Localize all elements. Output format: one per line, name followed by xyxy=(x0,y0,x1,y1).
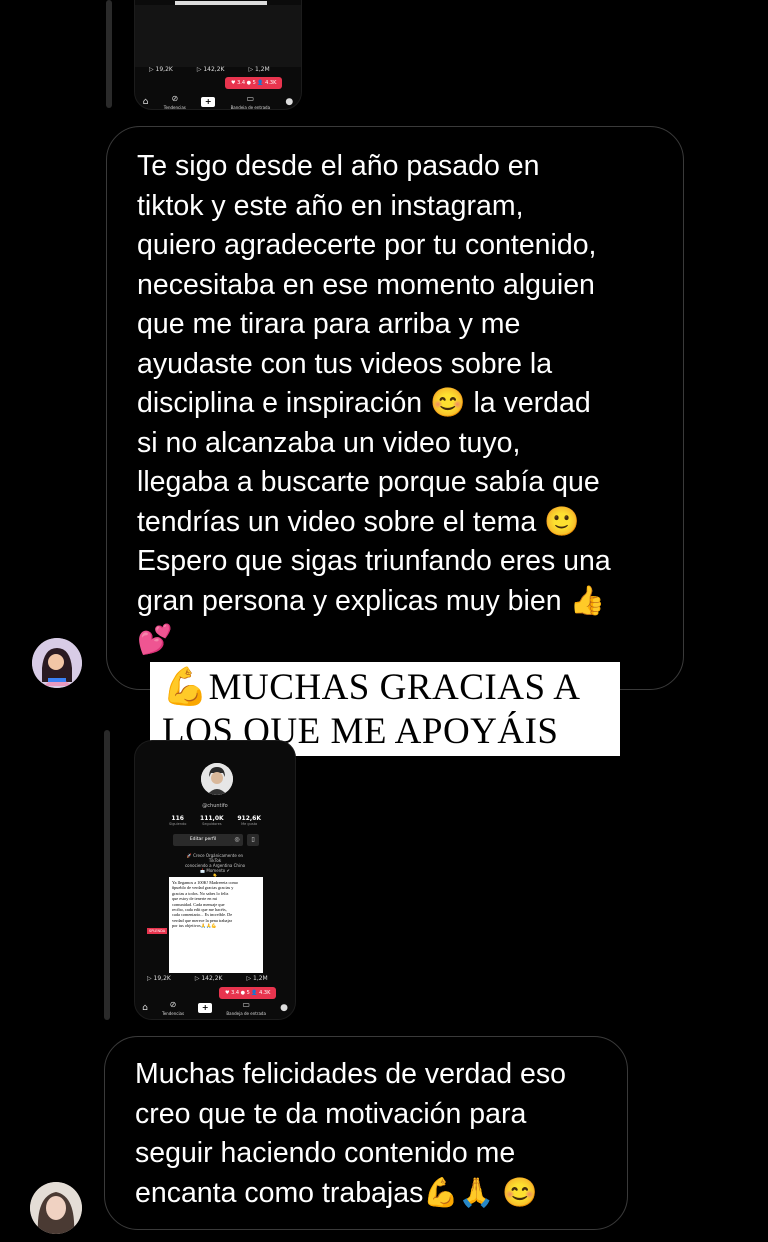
story-nav-bar-2: ⌂ ⊘ Tendencias + ▭ Bandeja de entrada ● xyxy=(135,996,295,1019)
profile-icon: ● xyxy=(285,97,294,107)
nav-label-tendencias: Tendencias xyxy=(163,105,186,110)
profile-stats: 116 Siguiendo 111,0K Seguidores 912,6K Me g… xyxy=(169,815,261,826)
sender-avatar-2[interactable] xyxy=(30,1182,82,1234)
nav-label-inbox: Bandeja de entrada xyxy=(226,1011,266,1016)
story-video-stats-2: 19,2K 142,2K 1,2M xyxy=(147,975,268,982)
message-text: Te sigo desde el año pasado en tiktok y … xyxy=(137,150,611,656)
stat-views-1: 19,2K xyxy=(149,66,173,73)
inbox-nav: ▭ Bandeja de entrada xyxy=(230,94,271,110)
inbox-nav: ▭ Bandeja de entrada xyxy=(226,1000,266,1016)
stat-views-1: 19,2K xyxy=(147,975,171,982)
inbox-icon: ▭ xyxy=(246,94,255,103)
compass-icon: ⊘ xyxy=(171,94,179,103)
bookmark-icon: ▯ xyxy=(247,834,259,846)
stat-views-3: 1,2M xyxy=(248,66,270,73)
stat-views-3: 1,2M xyxy=(246,975,268,982)
instagram-icon: ◎ xyxy=(231,834,243,846)
stat-value: 912,6K xyxy=(237,815,261,822)
nav-label-inbox: Bandeja de entrada xyxy=(230,105,271,110)
sender-avatar[interactable] xyxy=(32,638,82,688)
stat-views-2: 142,2K xyxy=(197,66,224,73)
nav-label-tendencias: Tendencias xyxy=(161,1011,185,1016)
reply-thread-line-2 xyxy=(104,730,110,1020)
tendencias-nav: ⊘ Tendencias xyxy=(162,1000,184,1016)
stat-likes: 912,6K Me gusta xyxy=(237,815,261,826)
stat-views-2: 142,2K xyxy=(195,975,222,982)
edit-profile-button: Editar perfil xyxy=(173,834,233,846)
caption-line-1: 💪MUCHAS GRACIAS A xyxy=(162,667,581,708)
story-grid xyxy=(135,5,301,67)
stat-label: Seguidores xyxy=(202,822,222,826)
story-tag: SPLENDA xyxy=(147,928,168,934)
compass-icon: ⊘ xyxy=(169,1000,177,1009)
avatar-illustration xyxy=(32,638,82,688)
profile-bio: 🚀 Crece Orgánicamente en TikTok conocien… xyxy=(184,853,246,878)
stat-label: Siguiendo xyxy=(169,822,187,826)
stat-value: 111,0K xyxy=(200,815,224,822)
message-bubble[interactable]: Te sigo desde el año pasado en tiktok y … xyxy=(106,126,684,690)
story-reply-thumbnail[interactable]: 19,2K 142,2K 1,2M ♥ 3.4 ● 5 👤 4.3K ⌂ ⊘Te… xyxy=(134,0,302,110)
story-video-stats: 19,2K 142,2K 1,2M xyxy=(149,66,270,73)
reply-thread-line xyxy=(106,0,112,108)
stat-value: 116 xyxy=(171,815,184,822)
plus-icon: + xyxy=(201,97,216,107)
inbox-icon: ▭ xyxy=(242,1000,250,1009)
home-icon: ⌂ xyxy=(142,1003,148,1013)
message-text: Muchas felicidades de verdad eso creo qu… xyxy=(135,1058,566,1209)
story-nav-bar: ⌂ ⊘ Tendencias + ▭ Bandeja de entrada ● xyxy=(135,87,301,110)
story-note: Ya llegamos a 100K! Madreeeia como #pueb… xyxy=(169,877,263,973)
home-icon: ⌂ xyxy=(142,97,149,107)
profile-photo xyxy=(201,763,233,795)
tendencias-nav: ⊘ Tendencias xyxy=(163,94,186,110)
stat-following: 116 Siguiendo xyxy=(169,815,186,826)
profile-handle: @chuntifo xyxy=(202,803,228,809)
plus-icon: + xyxy=(198,1003,213,1013)
stat-followers: 111,0K Seguidores xyxy=(200,815,224,826)
message-bubble-2[interactable]: Muchas felicidades de verdad eso creo qu… xyxy=(104,1036,628,1230)
profile-avatar xyxy=(201,763,233,795)
stat-label: Me gusta xyxy=(241,822,258,826)
profile-icon: ● xyxy=(280,1003,288,1013)
story-reply-thumbnail-2[interactable]: @chuntifo 116 Siguiendo 111,0K Seguidores … xyxy=(134,740,296,1020)
avatar-photo xyxy=(30,1182,82,1234)
